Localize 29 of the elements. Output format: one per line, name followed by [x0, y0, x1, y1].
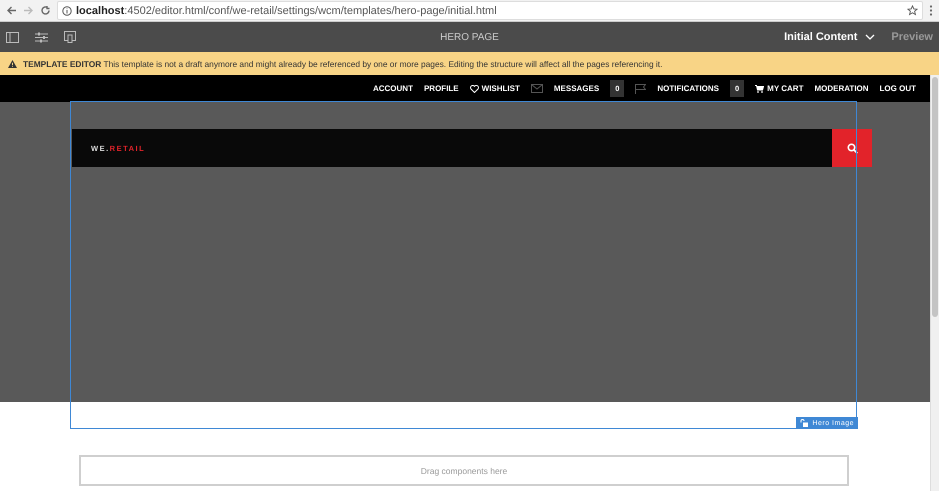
page-title: HERO PAGE — [440, 32, 499, 42]
search-button[interactable] — [832, 129, 872, 167]
star-icon[interactable] — [907, 5, 918, 16]
scrollbar[interactable] — [930, 75, 939, 491]
nav-link[interactable]: MESSAGES — [554, 84, 600, 93]
warning-message: TEMPLATE EDITOR This template is not a draft anymore and might already be referenced by one or more pages. Editing the structure will affect all the pages referencing it. — [23, 58, 662, 68]
device-icon[interactable] — [64, 31, 76, 43]
back-icon[interactable] — [6, 5, 17, 16]
reload-icon[interactable] — [40, 5, 51, 16]
nav-link[interactable]: ACCOUNT — [372, 84, 413, 93]
cart-icon — [755, 84, 764, 92]
info-icon[interactable] — [62, 6, 72, 16]
heart-icon — [470, 84, 479, 92]
unlock-icon — [800, 419, 808, 427]
mode-dropdown[interactable]: Initial Content — [784, 31, 876, 43]
nav-link[interactable]: MY CART — [755, 84, 804, 93]
nav-link[interactable]: NOTIFICATIONS — [657, 84, 719, 93]
nav-link[interactable]: LOG OUT — [880, 84, 916, 93]
nav-link[interactable]: WISHLIST — [470, 84, 520, 93]
envelope-icon — [530, 84, 543, 93]
menu-icon[interactable] — [929, 5, 933, 16]
sliders-icon[interactable] — [35, 32, 48, 42]
nav-link[interactable]: PROFILE — [424, 84, 459, 93]
chevron-down-icon — [865, 34, 876, 40]
flag-icon — [635, 84, 646, 94]
search-icon — [846, 142, 858, 154]
warning-icon — [8, 60, 17, 68]
nav-link[interactable]: MODERATION — [814, 84, 869, 93]
sidebar-icon[interactable] — [6, 32, 19, 42]
